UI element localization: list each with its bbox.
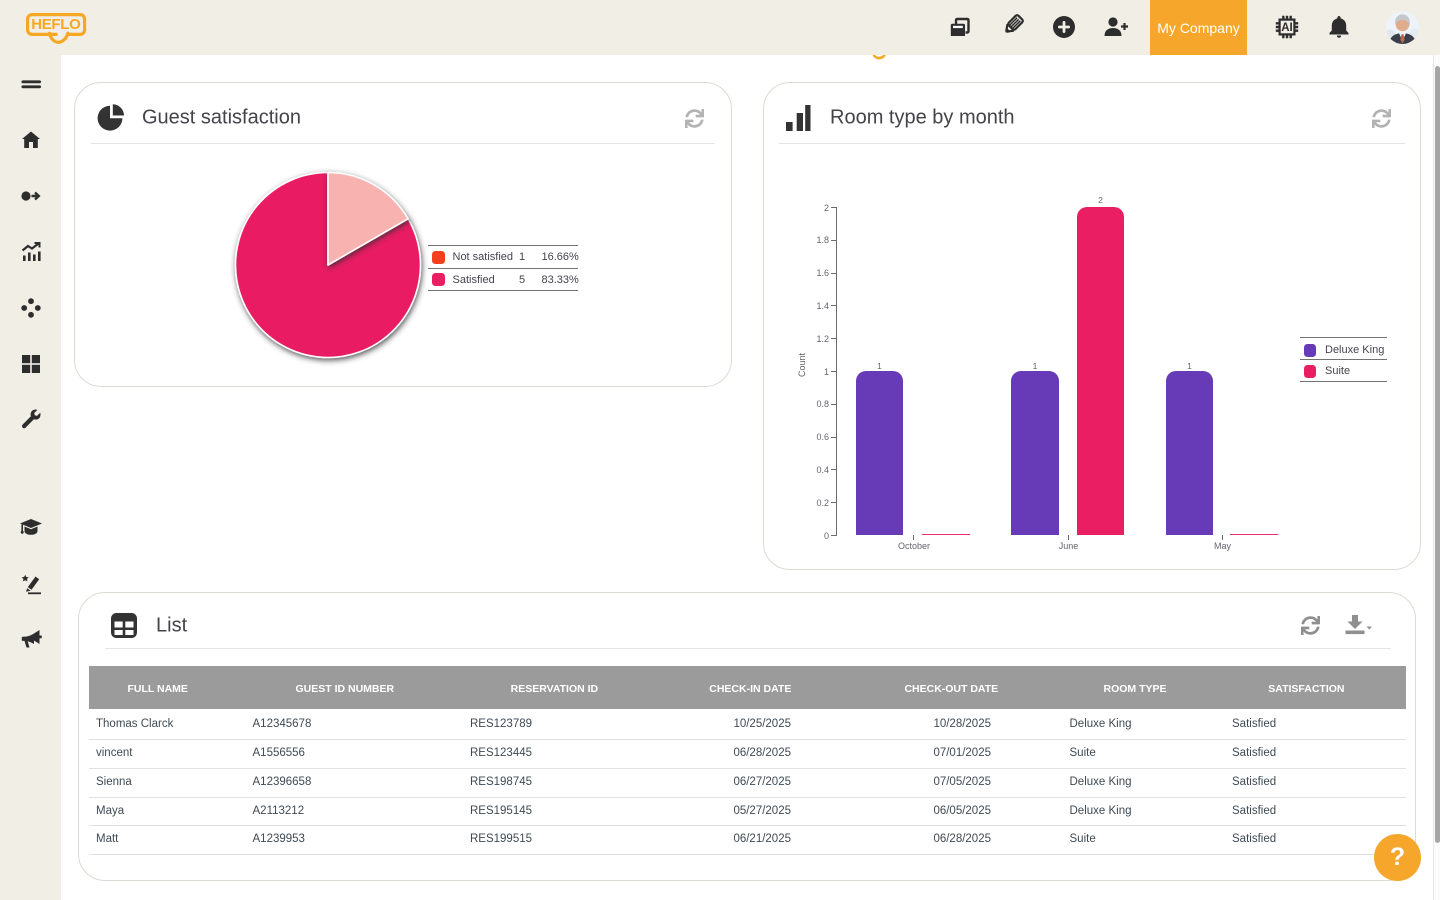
svg-text:HEFLO: HEFLO xyxy=(31,16,81,33)
svg-text:AI: AI xyxy=(1281,22,1293,34)
